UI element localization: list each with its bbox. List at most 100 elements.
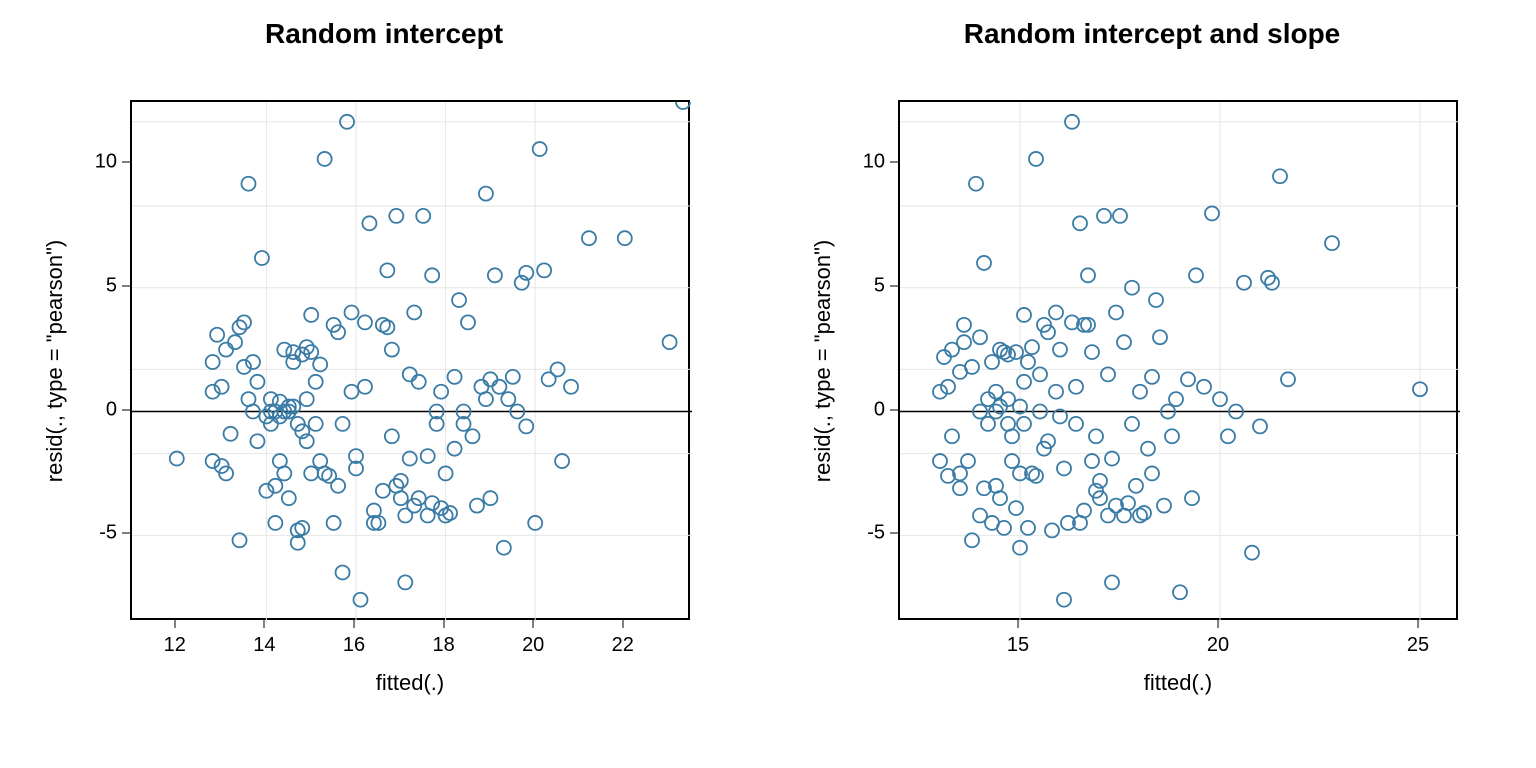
- ytick-label: 10: [85, 150, 117, 173]
- data-point: [416, 209, 430, 223]
- data-point: [941, 380, 955, 394]
- xtick-label: 18: [432, 634, 454, 657]
- data-point: [1069, 380, 1083, 394]
- data-point: [465, 429, 479, 443]
- data-point: [506, 370, 520, 384]
- data-point: [1221, 429, 1235, 443]
- data-point: [555, 454, 569, 468]
- data-point: [1005, 429, 1019, 443]
- data-point: [380, 320, 394, 334]
- data-point: [358, 315, 372, 329]
- xtick-label: 15: [1007, 634, 1029, 657]
- data-point: [425, 268, 439, 282]
- data-point: [277, 343, 291, 357]
- data-point: [250, 434, 264, 448]
- data-point: [389, 209, 403, 223]
- data-point: [1109, 305, 1123, 319]
- data-point: [497, 541, 511, 555]
- data-point: [1165, 429, 1179, 443]
- data-point: [977, 256, 991, 270]
- ytick-label: -5: [85, 522, 117, 545]
- data-point: [1021, 355, 1035, 369]
- data-point: [1133, 385, 1147, 399]
- data-point: [501, 392, 515, 406]
- data-point: [1149, 293, 1163, 307]
- data-point: [479, 187, 493, 201]
- data-point: [618, 231, 632, 245]
- data-point: [295, 521, 309, 535]
- data-point: [304, 466, 318, 480]
- data-point: [1021, 521, 1035, 535]
- data-point: [1025, 340, 1039, 354]
- data-point: [1085, 454, 1099, 468]
- data-point: [1017, 308, 1031, 322]
- data-point: [461, 315, 475, 329]
- data-point: [1001, 348, 1015, 362]
- xtick-label: 25: [1407, 634, 1429, 657]
- data-point: [250, 375, 264, 389]
- data-point: [1017, 375, 1031, 389]
- data-point: [1325, 236, 1339, 250]
- data-point: [228, 335, 242, 349]
- data-point: [564, 380, 578, 394]
- plot-area-left: [130, 100, 690, 620]
- data-point: [479, 392, 493, 406]
- data-point: [300, 392, 314, 406]
- data-point: [1073, 216, 1087, 230]
- data-point: [268, 516, 282, 530]
- ytick-label: 5: [853, 274, 885, 297]
- plot-svg: [132, 102, 692, 622]
- data-point: [385, 343, 399, 357]
- xtick-label: 20: [1207, 634, 1229, 657]
- data-point: [933, 385, 947, 399]
- data-point: [1049, 305, 1063, 319]
- xtick-label: 20: [522, 634, 544, 657]
- xtick-label: 16: [343, 634, 365, 657]
- data-point: [537, 263, 551, 277]
- data-point: [219, 343, 233, 357]
- data-point: [1101, 509, 1115, 523]
- data-point: [1185, 491, 1199, 505]
- ytick-label: 0: [85, 398, 117, 421]
- panel-right: Random intercept and slope fitted(.) res…: [768, 0, 1536, 768]
- data-point: [1173, 585, 1187, 599]
- data-point: [362, 216, 376, 230]
- plot-area-right: [898, 100, 1458, 620]
- data-point: [358, 380, 372, 394]
- data-point: [1057, 593, 1071, 607]
- data-point: [1181, 372, 1195, 386]
- data-point: [993, 491, 1007, 505]
- ylabel-right: resid(., type = "pearson"): [810, 101, 836, 621]
- data-point: [582, 231, 596, 245]
- data-point: [1009, 501, 1023, 515]
- data-point: [318, 152, 332, 166]
- data-point: [953, 481, 967, 495]
- data-point: [985, 355, 999, 369]
- xlabel-left: fitted(.): [130, 670, 690, 696]
- data-point: [483, 491, 497, 505]
- data-point: [663, 335, 677, 349]
- xtick-label: 22: [612, 634, 634, 657]
- xtick-label: 14: [253, 634, 275, 657]
- data-point: [1097, 209, 1111, 223]
- data-point: [1245, 546, 1259, 560]
- data-point: [1145, 466, 1159, 480]
- data-point: [519, 419, 533, 433]
- figure: Random intercept fitted(.) resid(., type…: [0, 0, 1536, 768]
- data-point: [1169, 392, 1183, 406]
- data-point: [957, 335, 971, 349]
- data-point: [1077, 504, 1091, 518]
- data-point: [336, 417, 350, 431]
- data-point: [385, 429, 399, 443]
- data-point: [969, 177, 983, 191]
- ytick-label: 5: [85, 274, 117, 297]
- data-point: [1005, 454, 1019, 468]
- data-point: [1205, 206, 1219, 220]
- data-point: [421, 449, 435, 463]
- data-point: [309, 375, 323, 389]
- data-point: [1057, 461, 1071, 475]
- data-point: [937, 350, 951, 364]
- data-point: [997, 521, 1011, 535]
- ytick-label: 0: [853, 398, 885, 421]
- data-point: [380, 263, 394, 277]
